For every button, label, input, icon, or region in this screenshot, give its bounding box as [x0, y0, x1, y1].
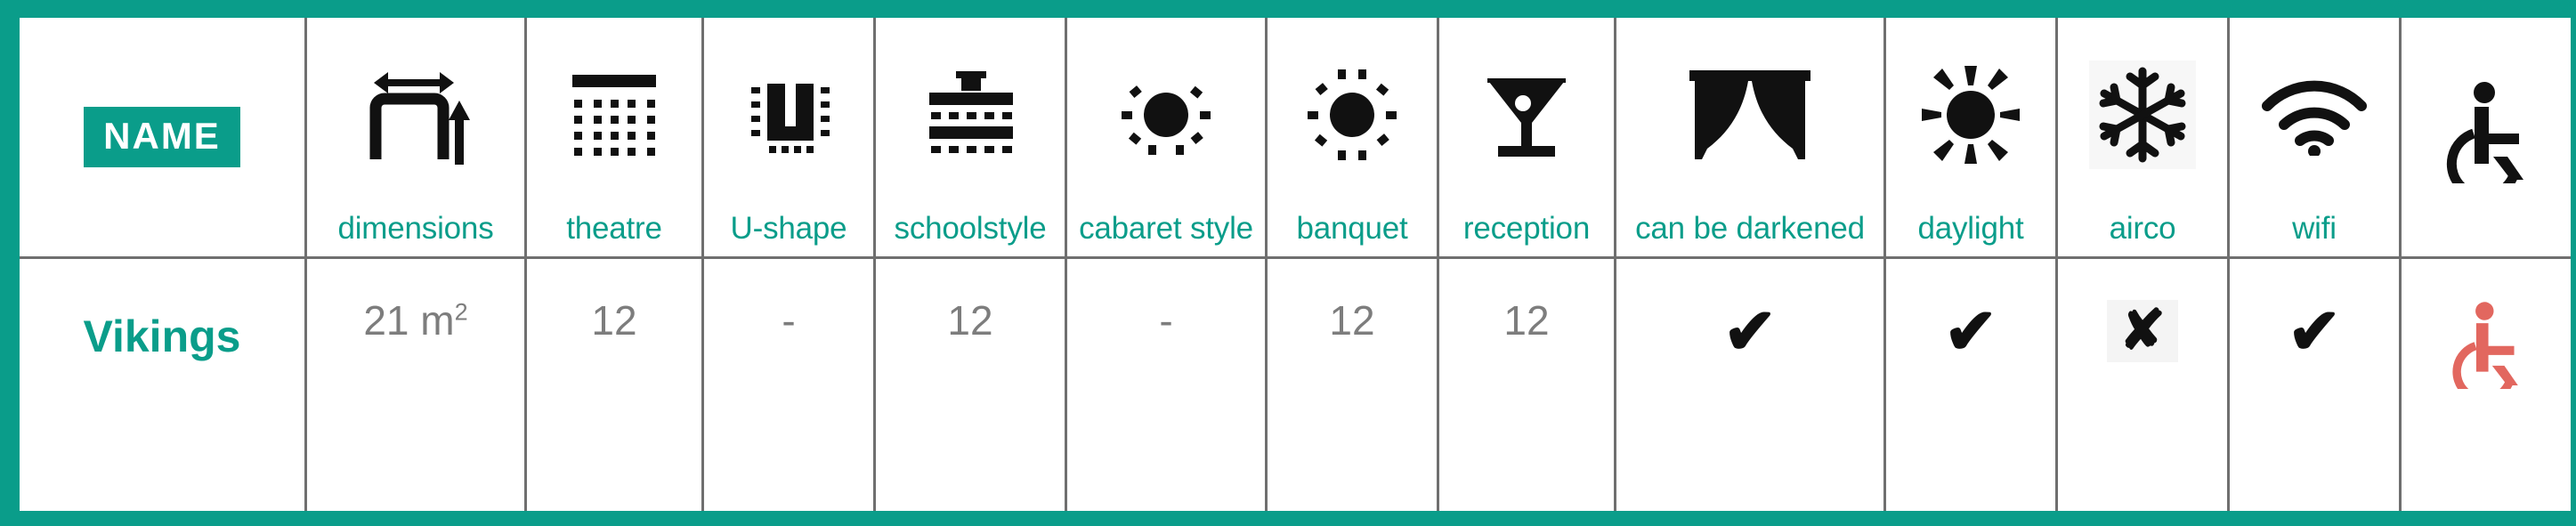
- wifi-check-icon: ✔: [2287, 296, 2342, 368]
- daylight-check-icon: ✔: [1943, 296, 1998, 368]
- header-label-dimensions: dimensions: [337, 211, 494, 246]
- banquet-layout-icon: [1268, 18, 1437, 212]
- header-label-daylight: daylight: [1917, 211, 2024, 246]
- cell-theatre: 12: [525, 257, 704, 511]
- header-label-reception: reception: [1462, 211, 1591, 246]
- header-label-schoolstyle: schoolstyle: [894, 211, 1047, 246]
- name-badge: NAME: [84, 107, 240, 167]
- header-label-darkened: can be darkened: [1635, 211, 1865, 246]
- room-name: Vikings: [83, 312, 241, 361]
- schoolstyle-layout-icon: [876, 18, 1065, 212]
- room-facilities-table: NAME dimensions theatre U-shape schoolst…: [20, 18, 2571, 511]
- header-cell-name: NAME: [20, 18, 307, 259]
- cell-darkened: ✔: [1615, 257, 1886, 511]
- header-label-ushape: U-shape: [730, 211, 847, 246]
- curtain-icon: [1616, 18, 1883, 212]
- u-shape-layout-icon: [704, 18, 873, 212]
- cell-schoolstyle: 12: [874, 257, 1067, 511]
- cocktail-glass-icon: [1439, 18, 1614, 212]
- header-cell-cabaret: cabaret style: [1065, 18, 1268, 259]
- header-cell-darkened: can be darkened: [1615, 18, 1886, 259]
- cell-ushape: -: [702, 257, 876, 511]
- wheelchair-icon: [2402, 18, 2571, 246]
- header-cell-dimensions: dimensions: [305, 18, 527, 259]
- airco-cross-icon: ✘: [2107, 300, 2178, 362]
- wheelchair-icon: [2445, 300, 2527, 389]
- table-row: Vikings 21 m2 12 - 12 - 12 12 ✔ ✔ ✘ ✔: [20, 257, 2571, 511]
- dimensions-icon: [307, 18, 524, 212]
- header-cell-airco: airco: [2056, 18, 2230, 259]
- schoolstyle-value: 12: [947, 297, 993, 344]
- darkened-check-icon: ✔: [1722, 296, 1778, 368]
- cabaret-layout-icon: [1067, 18, 1265, 212]
- header-label-banquet: banquet: [1296, 211, 1408, 246]
- table-header-row: NAME dimensions theatre U-shape schoolst…: [20, 18, 2571, 259]
- snowflake-icon: [2058, 18, 2227, 212]
- header-label-cabaret: cabaret style: [1079, 211, 1253, 246]
- cell-daylight: ✔: [1884, 257, 2058, 511]
- header-label-airco: airco: [2109, 211, 2176, 246]
- header-cell-reception: reception: [1438, 18, 1616, 259]
- cabaret-value: -: [1159, 297, 1173, 344]
- theatre-value: 12: [591, 297, 637, 344]
- header-cell-theatre: theatre: [525, 18, 704, 259]
- header-cell-schoolstyle: schoolstyle: [874, 18, 1067, 259]
- cell-dimensions: 21 m2: [305, 257, 527, 511]
- header-label-wifi: wifi: [2292, 211, 2337, 246]
- ushape-value: -: [782, 297, 796, 344]
- header-label-theatre: theatre: [566, 211, 662, 246]
- dimensions-value: 21 m2: [363, 297, 468, 344]
- cell-cabaret: -: [1065, 257, 1268, 511]
- sun-icon: [1886, 18, 2055, 212]
- cell-airco: ✘: [2056, 257, 2230, 511]
- wifi-icon: [2230, 18, 2399, 212]
- header-cell-daylight: daylight: [1884, 18, 2058, 259]
- header-cell-wifi: wifi: [2228, 18, 2402, 259]
- banquet-value: 12: [1329, 297, 1375, 344]
- header-cell-ushape: U-shape: [702, 18, 876, 259]
- header-cell-banquet: banquet: [1266, 18, 1439, 259]
- theatre-layout-icon: [527, 18, 701, 212]
- cell-wifi: ✔: [2228, 257, 2402, 511]
- cell-banquet: 12: [1266, 257, 1439, 511]
- header-cell-accessible: [2400, 18, 2571, 259]
- cell-room-name: Vikings: [20, 257, 307, 511]
- cell-reception: 12: [1438, 257, 1616, 511]
- reception-value: 12: [1503, 297, 1550, 344]
- room-facilities-table-frame: NAME dimensions theatre U-shape schoolst…: [20, 18, 2571, 511]
- cell-accessible: [2400, 257, 2571, 511]
